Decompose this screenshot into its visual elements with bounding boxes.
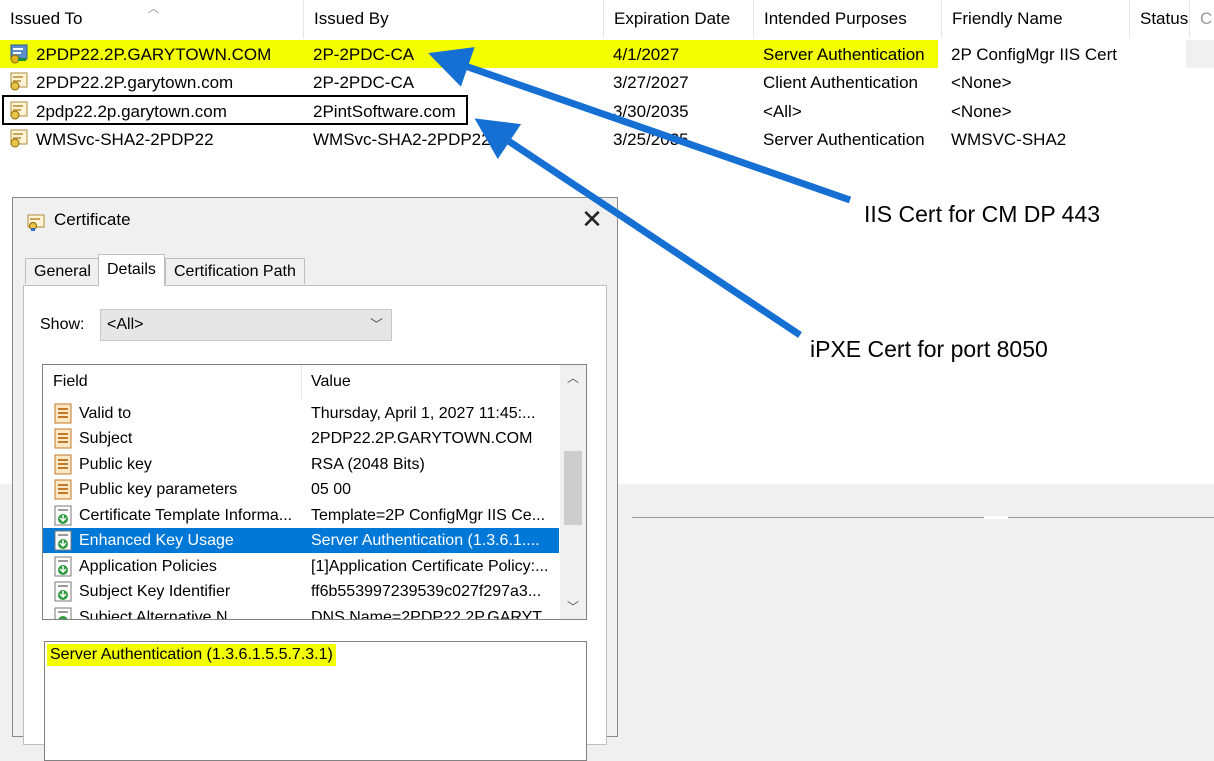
annotation-ipxe-label: iPXE Cert for port 8050	[810, 336, 1048, 362]
arrow-to-iis-cert	[428, 47, 852, 204]
annotation-iis-label: IIS Cert for CM DP 443	[864, 201, 1101, 227]
annotation-arrows	[428, 47, 852, 338]
tab-details[interactable]: Details	[98, 254, 165, 286]
tab-label: Details	[107, 261, 156, 278]
arrow-to-ipxe-cert	[474, 118, 802, 338]
